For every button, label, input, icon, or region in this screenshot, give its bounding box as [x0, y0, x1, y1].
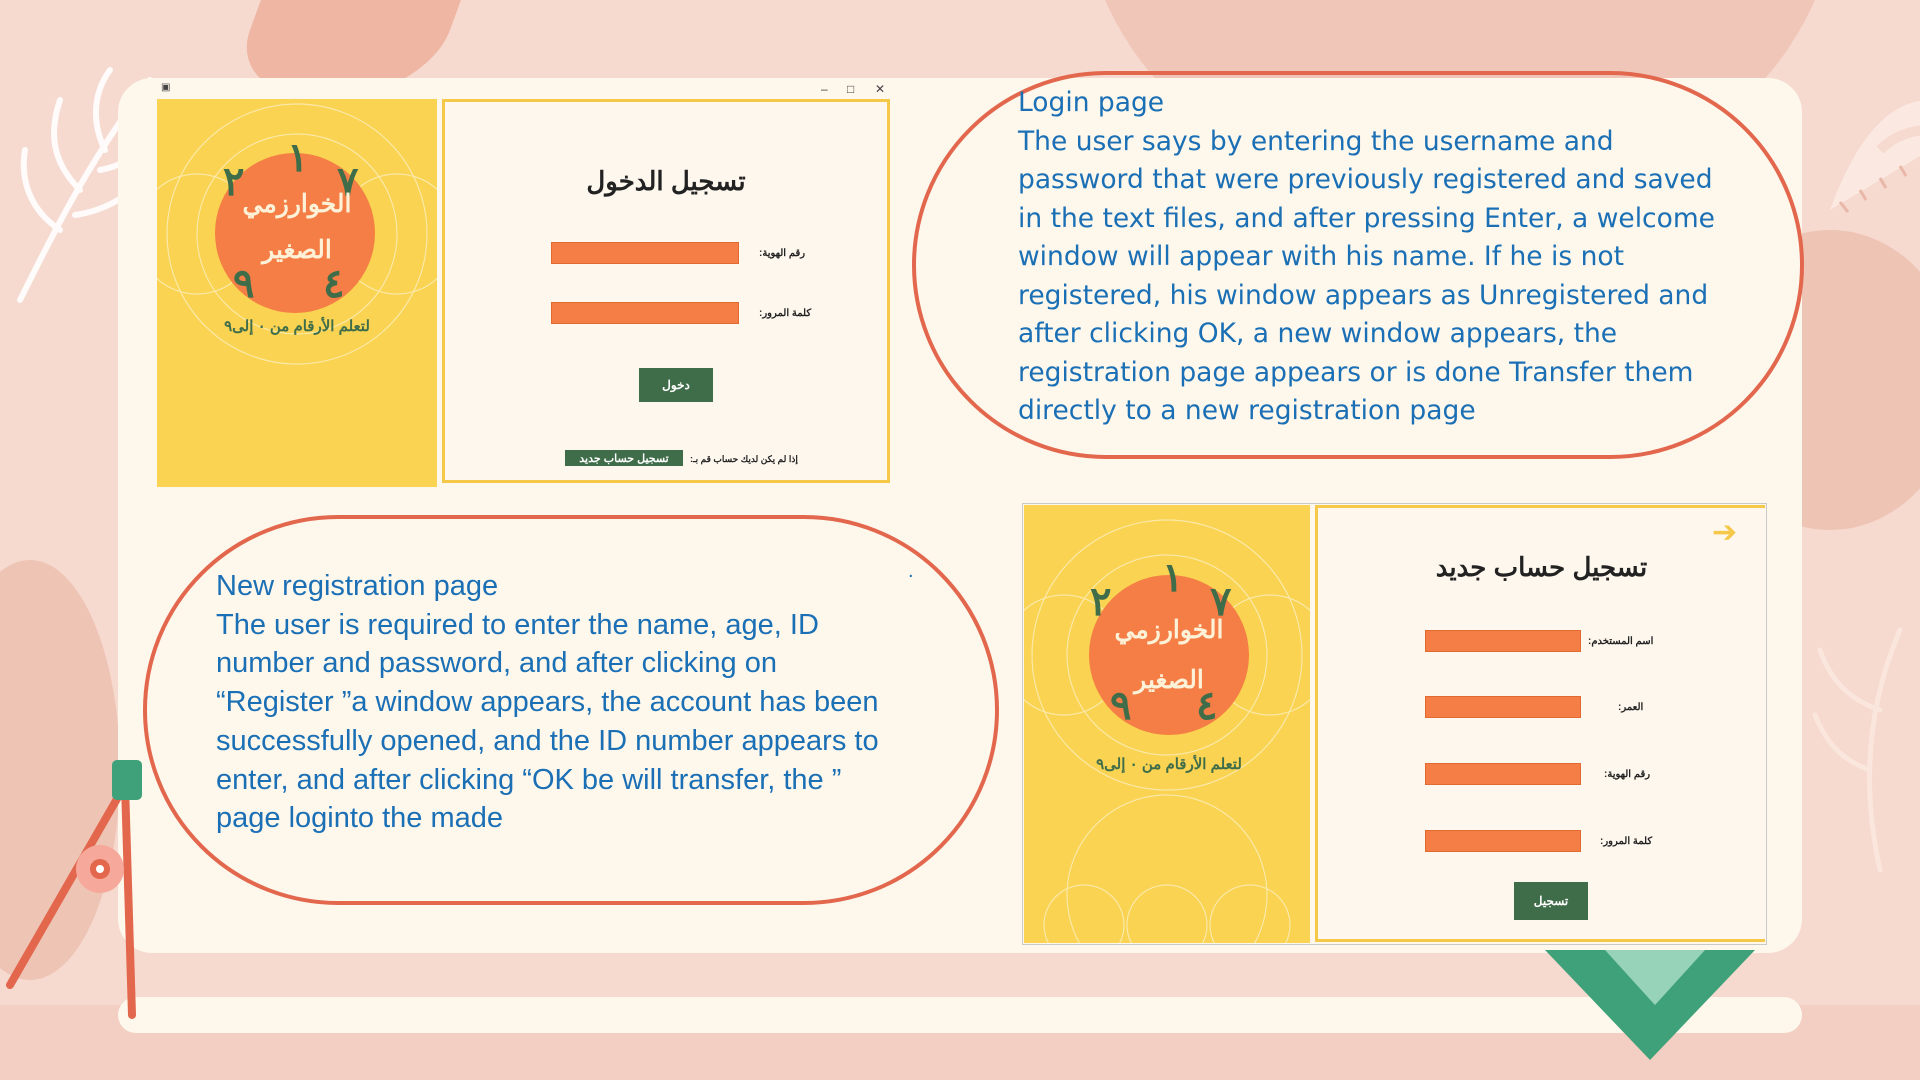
- registration-description: New registration page The user is requir…: [216, 567, 968, 838]
- password-label: كلمة المرور:: [759, 308, 812, 319]
- login-callout-line: registered, his window appears as Unregi…: [1018, 279, 1709, 311]
- register-title: تسجيل حساب جديد: [1435, 552, 1648, 582]
- protractor-icon: [1830, 100, 1920, 213]
- login-callout-line: The user says by entering the username a…: [1018, 125, 1614, 157]
- stray-mark: .: [908, 560, 914, 582]
- logo-digit: ١: [1162, 556, 1184, 600]
- age-label: العمر:: [1618, 702, 1644, 713]
- logo-title-line1: الخوارزمي: [1114, 616, 1224, 644]
- username-input[interactable]: [1425, 630, 1581, 652]
- diamond-decoration-icon: [1545, 950, 1755, 1060]
- login-callout-line: registration page appears or is done Tra…: [1018, 356, 1694, 388]
- login-window-titlebar: ▣ – □ ✕: [157, 80, 890, 98]
- registration-callout-line: successfully opened, and the ID number a…: [216, 724, 879, 757]
- maximize-icon[interactable]: □: [847, 82, 854, 96]
- age-input[interactable]: [1425, 696, 1581, 718]
- registration-callout-line: “Register ”a window appears, the account…: [216, 686, 879, 719]
- registration-callout-line: enter, and after clicking “OK be will tr…: [216, 763, 842, 796]
- close-icon[interactable]: ✕: [875, 82, 885, 96]
- logo-digit: ٤: [323, 262, 345, 306]
- registration-callout-line: The user is required to enter the name, …: [216, 608, 819, 641]
- login-callout-heading: Login page: [1018, 87, 1165, 118]
- login-callout-line: password that were previously registered…: [1018, 164, 1713, 195]
- id-label: رقم الهوية:: [759, 248, 806, 259]
- register-link-button[interactable]: تسجيل حساب جديد: [565, 450, 683, 466]
- password-label: كلمة المرور:: [1600, 836, 1653, 847]
- no-account-text: إذا لم يكن لديك حساب قم بـ:: [690, 454, 798, 464]
- registration-callout-line: number and password, and after clicking …: [216, 647, 777, 680]
- logo-title-line2: الصغير: [1134, 666, 1204, 694]
- logo-panel: ١ ٢ ٧ ٩ ٤ الخوارزمي الصغير لتعلم الأرقام…: [157, 99, 437, 487]
- logo-title-line2: الصغير: [262, 236, 332, 264]
- register-button[interactable]: تسجيل: [1514, 882, 1588, 920]
- login-form: تسجيل الدخول رقم الهوية: كلمة المرور: دخ…: [442, 99, 890, 483]
- login-callout-line: after clicking OK, a new window appears,…: [1018, 318, 1618, 349]
- app-icon: ▣: [161, 82, 171, 93]
- id-input[interactable]: [1425, 763, 1581, 785]
- register-logo-panel: ١ ٢ ٧ ٩ ٤ الخوارزمي الصغير لتعلم الأرقام…: [1024, 505, 1310, 943]
- login-button[interactable]: دخول: [639, 368, 713, 402]
- username-label: اسم المستخدم:: [1588, 636, 1654, 647]
- logo-title-line1: الخوارزمي: [242, 190, 352, 218]
- leaf-decoration-icon: [1812, 627, 1903, 873]
- logo-tagline: لتعلم الأرقام من ٠ إلى٩: [224, 318, 370, 335]
- login-callout-line: window will appear with his name. If he …: [1018, 241, 1625, 272]
- compass-icon: [6, 760, 142, 1019]
- minimize-icon[interactable]: –: [821, 82, 828, 96]
- login-title: تسجيل الدخول: [586, 166, 746, 196]
- id-label: رقم الهوية:: [1604, 769, 1651, 780]
- password-input[interactable]: [1425, 830, 1581, 852]
- login-callout-line: directly to a new registration page: [1018, 395, 1476, 426]
- password-input[interactable]: [551, 302, 739, 324]
- registration-callout-line: page loginto the made: [216, 802, 503, 835]
- logo-tagline: لتعلم الأرقام من ٠ إلى٩: [1096, 756, 1242, 773]
- register-form: ➔ تسجيل حساب جديد اسم المستخدم: العمر: ر…: [1315, 505, 1765, 942]
- logo-digit: ٩: [233, 262, 255, 306]
- id-input[interactable]: [551, 242, 739, 264]
- arrow-right-icon: ➔: [1712, 516, 1738, 549]
- logo-digit: ١: [287, 136, 309, 180]
- login-description: Login page The user says by entering the…: [1018, 84, 1715, 431]
- login-callout-line: in the text files, and after pressing En…: [1018, 202, 1715, 234]
- registration-callout-heading: New registration page: [216, 570, 499, 602]
